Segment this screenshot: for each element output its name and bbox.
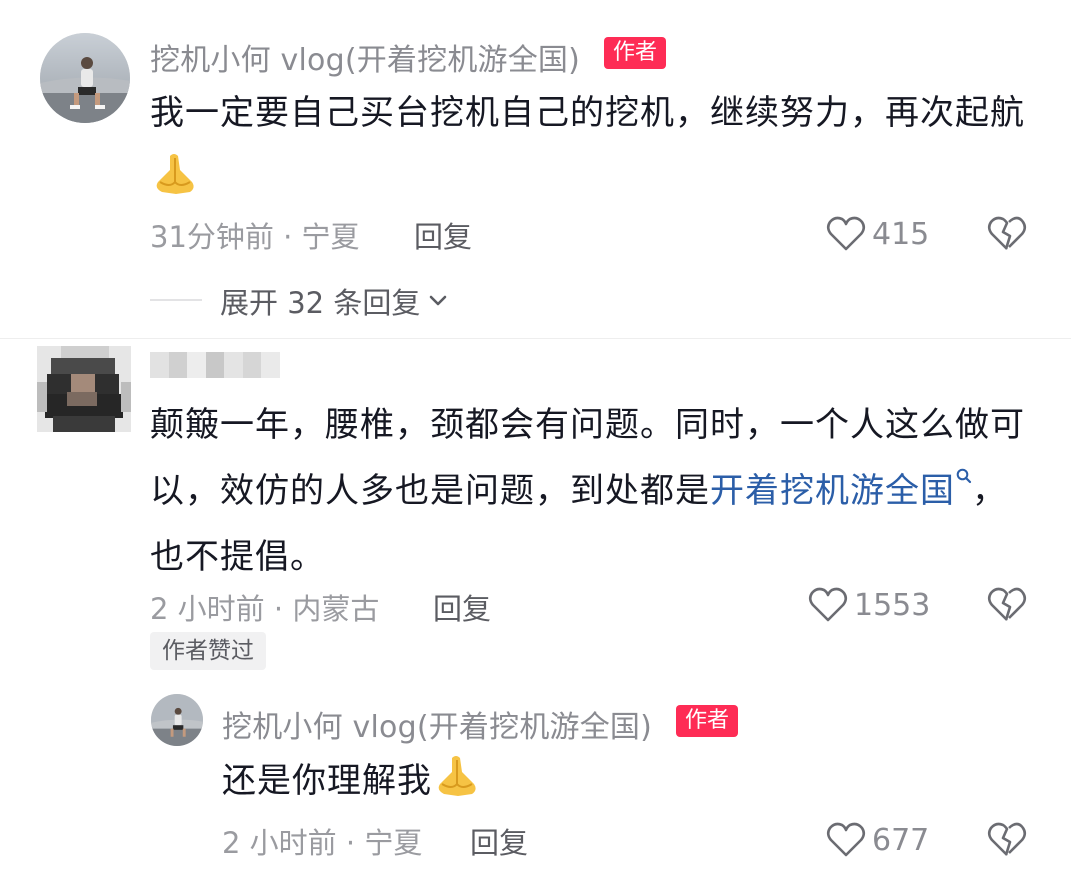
comment-text: 颠簸一年，腰椎，颈都会有问题。同时，一个人这么做可以，效仿的人多也是问题，到处都…	[150, 392, 1030, 590]
author-avatar[interactable]	[151, 694, 203, 746]
reply-button[interactable]: 回复	[470, 820, 528, 862]
comment-meta: 2 小时前 · 内蒙古	[150, 592, 380, 626]
heart-icon	[826, 216, 866, 251]
reply-text: 还是你理解我	[222, 748, 822, 814]
search-icon	[956, 468, 972, 484]
reply-meta: 2 小时前 · 宁夏	[222, 826, 423, 860]
comment-divider	[0, 338, 1071, 339]
pray-hands-icon	[438, 756, 476, 796]
like-button[interactable]: 415	[826, 214, 929, 254]
blurred-avatar[interactable]	[37, 346, 131, 432]
chevron-down-icon	[430, 295, 447, 306]
comment-username[interactable]: 挖机小何 vlog(开着挖机游全国)	[150, 35, 580, 79]
pray-hands-icon	[156, 154, 194, 194]
comment-text-content: 我一定要自己买台挖机自己的挖机，继续努力，再次起航	[150, 93, 1025, 133]
like-button[interactable]: 677	[826, 820, 929, 860]
author-avatar[interactable]	[40, 33, 130, 123]
expand-replies-label: 展开 32 条回复	[220, 286, 421, 320]
reply-button[interactable]: 回复	[414, 214, 472, 256]
expand-divider-line	[150, 299, 202, 301]
reply-text-content: 还是你理解我	[222, 761, 432, 801]
hashtag-search-link[interactable]: 开着挖机游全国	[710, 468, 972, 511]
author-badge: 作者	[604, 37, 667, 69]
broken-heart-icon[interactable]	[987, 214, 1027, 254]
comment-meta: 31分钟前 · 宁夏	[150, 220, 360, 254]
heart-icon	[808, 587, 848, 622]
broken-heart-icon[interactable]	[987, 585, 1027, 625]
heart-icon	[826, 822, 866, 857]
like-count: 677	[872, 822, 930, 858]
like-count: 415	[872, 216, 930, 252]
like-button[interactable]: 1553	[808, 585, 930, 625]
hashtag-link-label: 开着挖机游全国	[710, 471, 955, 511]
comment-text: 我一定要自己买台挖机自己的挖机，继续努力，再次起航	[150, 80, 1040, 212]
reply-username[interactable]: 挖机小何 vlog(开着挖机游全国)	[222, 702, 652, 746]
like-count: 1553	[854, 587, 931, 623]
author-badge: 作者	[676, 705, 739, 737]
broken-heart-icon[interactable]	[987, 820, 1027, 860]
reply-button[interactable]: 回复	[433, 586, 491, 628]
author-liked-badge: 作者赞过	[150, 632, 266, 670]
expand-replies-button[interactable]: 展开 32 条回复	[220, 280, 448, 322]
blurred-username[interactable]	[150, 352, 281, 378]
